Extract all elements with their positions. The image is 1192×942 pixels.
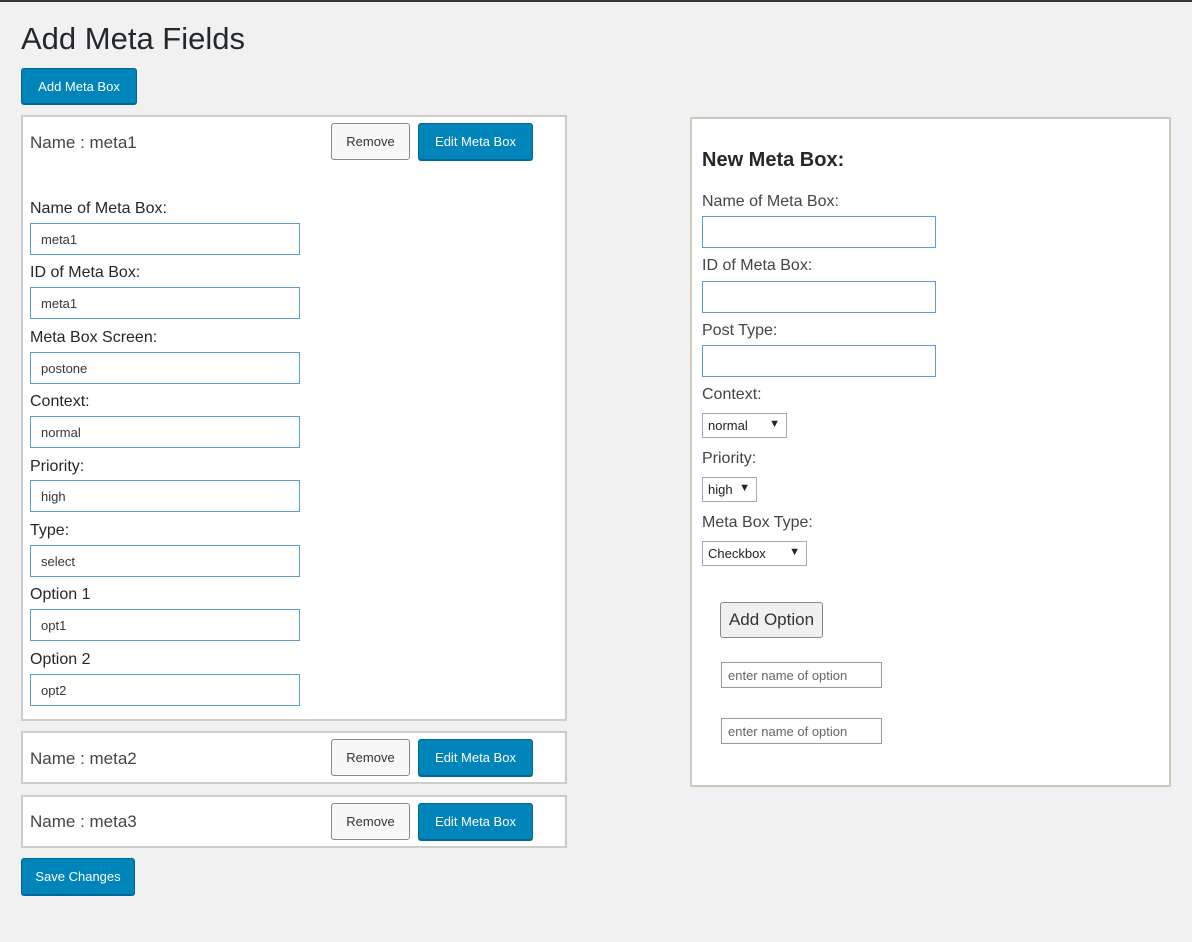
id-of-meta-box-label: ID of Meta Box:: [30, 264, 141, 281]
name-of-meta-box-input[interactable]: [30, 223, 300, 255]
meta-box-type-label: Meta Box Type:: [702, 514, 813, 531]
post-type-label: Post Type:: [702, 322, 778, 339]
new-name-input[interactable]: [702, 216, 936, 248]
remove-button[interactable]: Remove: [331, 803, 410, 840]
meta-box-screen-input[interactable]: [30, 352, 300, 384]
meta-box-screen-label: Meta Box Screen:: [30, 329, 158, 346]
new-id-label: ID of Meta Box:: [702, 257, 813, 274]
meta-box-name: Name : meta3: [30, 812, 137, 831]
id-of-meta-box-input[interactable]: [30, 287, 300, 319]
option-2-input[interactable]: [30, 674, 300, 706]
type-label: Type:: [30, 522, 70, 539]
edit-meta-box-button[interactable]: Edit Meta Box: [418, 123, 533, 160]
context-select[interactable]: normal ▼: [702, 413, 787, 438]
new-priority-label: Priority:: [702, 450, 757, 467]
meta-box-meta2: Name : meta2 Remove Edit Meta Box: [21, 731, 567, 784]
new-meta-box-title: New Meta Box:: [702, 149, 845, 171]
context-input[interactable]: [30, 416, 300, 448]
dropdown-arrow-icon: ▼: [769, 418, 780, 430]
edit-meta-box-button[interactable]: Edit Meta Box: [418, 739, 533, 776]
option-2-label: Option 2: [30, 651, 91, 668]
meta-box-meta1: Name : meta1 Remove Edit Meta Box Name o…: [21, 115, 567, 721]
priority-input[interactable]: [30, 480, 300, 512]
priority-select[interactable]: high ▼: [702, 477, 757, 502]
admin-top-bar: [0, 0, 1192, 2]
dropdown-arrow-icon: ▼: [739, 482, 750, 494]
edit-meta-box-button[interactable]: Edit Meta Box: [418, 803, 533, 840]
option-name-input-1[interactable]: [721, 662, 882, 688]
new-meta-box-panel: New Meta Box: Name of Meta Box: ID of Me…: [690, 117, 1171, 787]
meta-box-type-select-value: Checkbox: [708, 546, 766, 561]
dropdown-arrow-icon: ▼: [789, 546, 800, 558]
add-meta-box-button[interactable]: Add Meta Box: [21, 68, 137, 104]
option-name-input-2[interactable]: [721, 718, 882, 744]
option-1-input[interactable]: [30, 609, 300, 641]
type-input[interactable]: [30, 545, 300, 577]
remove-button[interactable]: Remove: [331, 739, 410, 776]
meta-box-meta3: Name : meta3 Remove Edit Meta Box: [21, 795, 567, 848]
add-option-button[interactable]: Add Option: [720, 602, 823, 638]
priority-select-value: high: [708, 482, 733, 497]
meta-box-type-select[interactable]: Checkbox ▼: [702, 541, 807, 566]
save-changes-button[interactable]: Save Changes: [21, 858, 135, 895]
remove-button[interactable]: Remove: [331, 123, 410, 160]
name-of-meta-box-label: Name of Meta Box:: [30, 200, 167, 217]
priority-label: Priority:: [30, 458, 85, 475]
new-name-label: Name of Meta Box:: [702, 193, 839, 210]
new-id-input[interactable]: [702, 281, 936, 313]
meta-box-name: Name : meta1: [30, 133, 137, 152]
meta-box-name: Name : meta2: [30, 749, 137, 768]
option-1-label: Option 1: [30, 586, 91, 603]
post-type-input[interactable]: [702, 345, 936, 377]
context-select-value: normal: [708, 418, 748, 433]
page-title: Add Meta Fields: [21, 21, 245, 56]
context-label: Context:: [30, 393, 90, 410]
new-context-label: Context:: [702, 386, 762, 403]
